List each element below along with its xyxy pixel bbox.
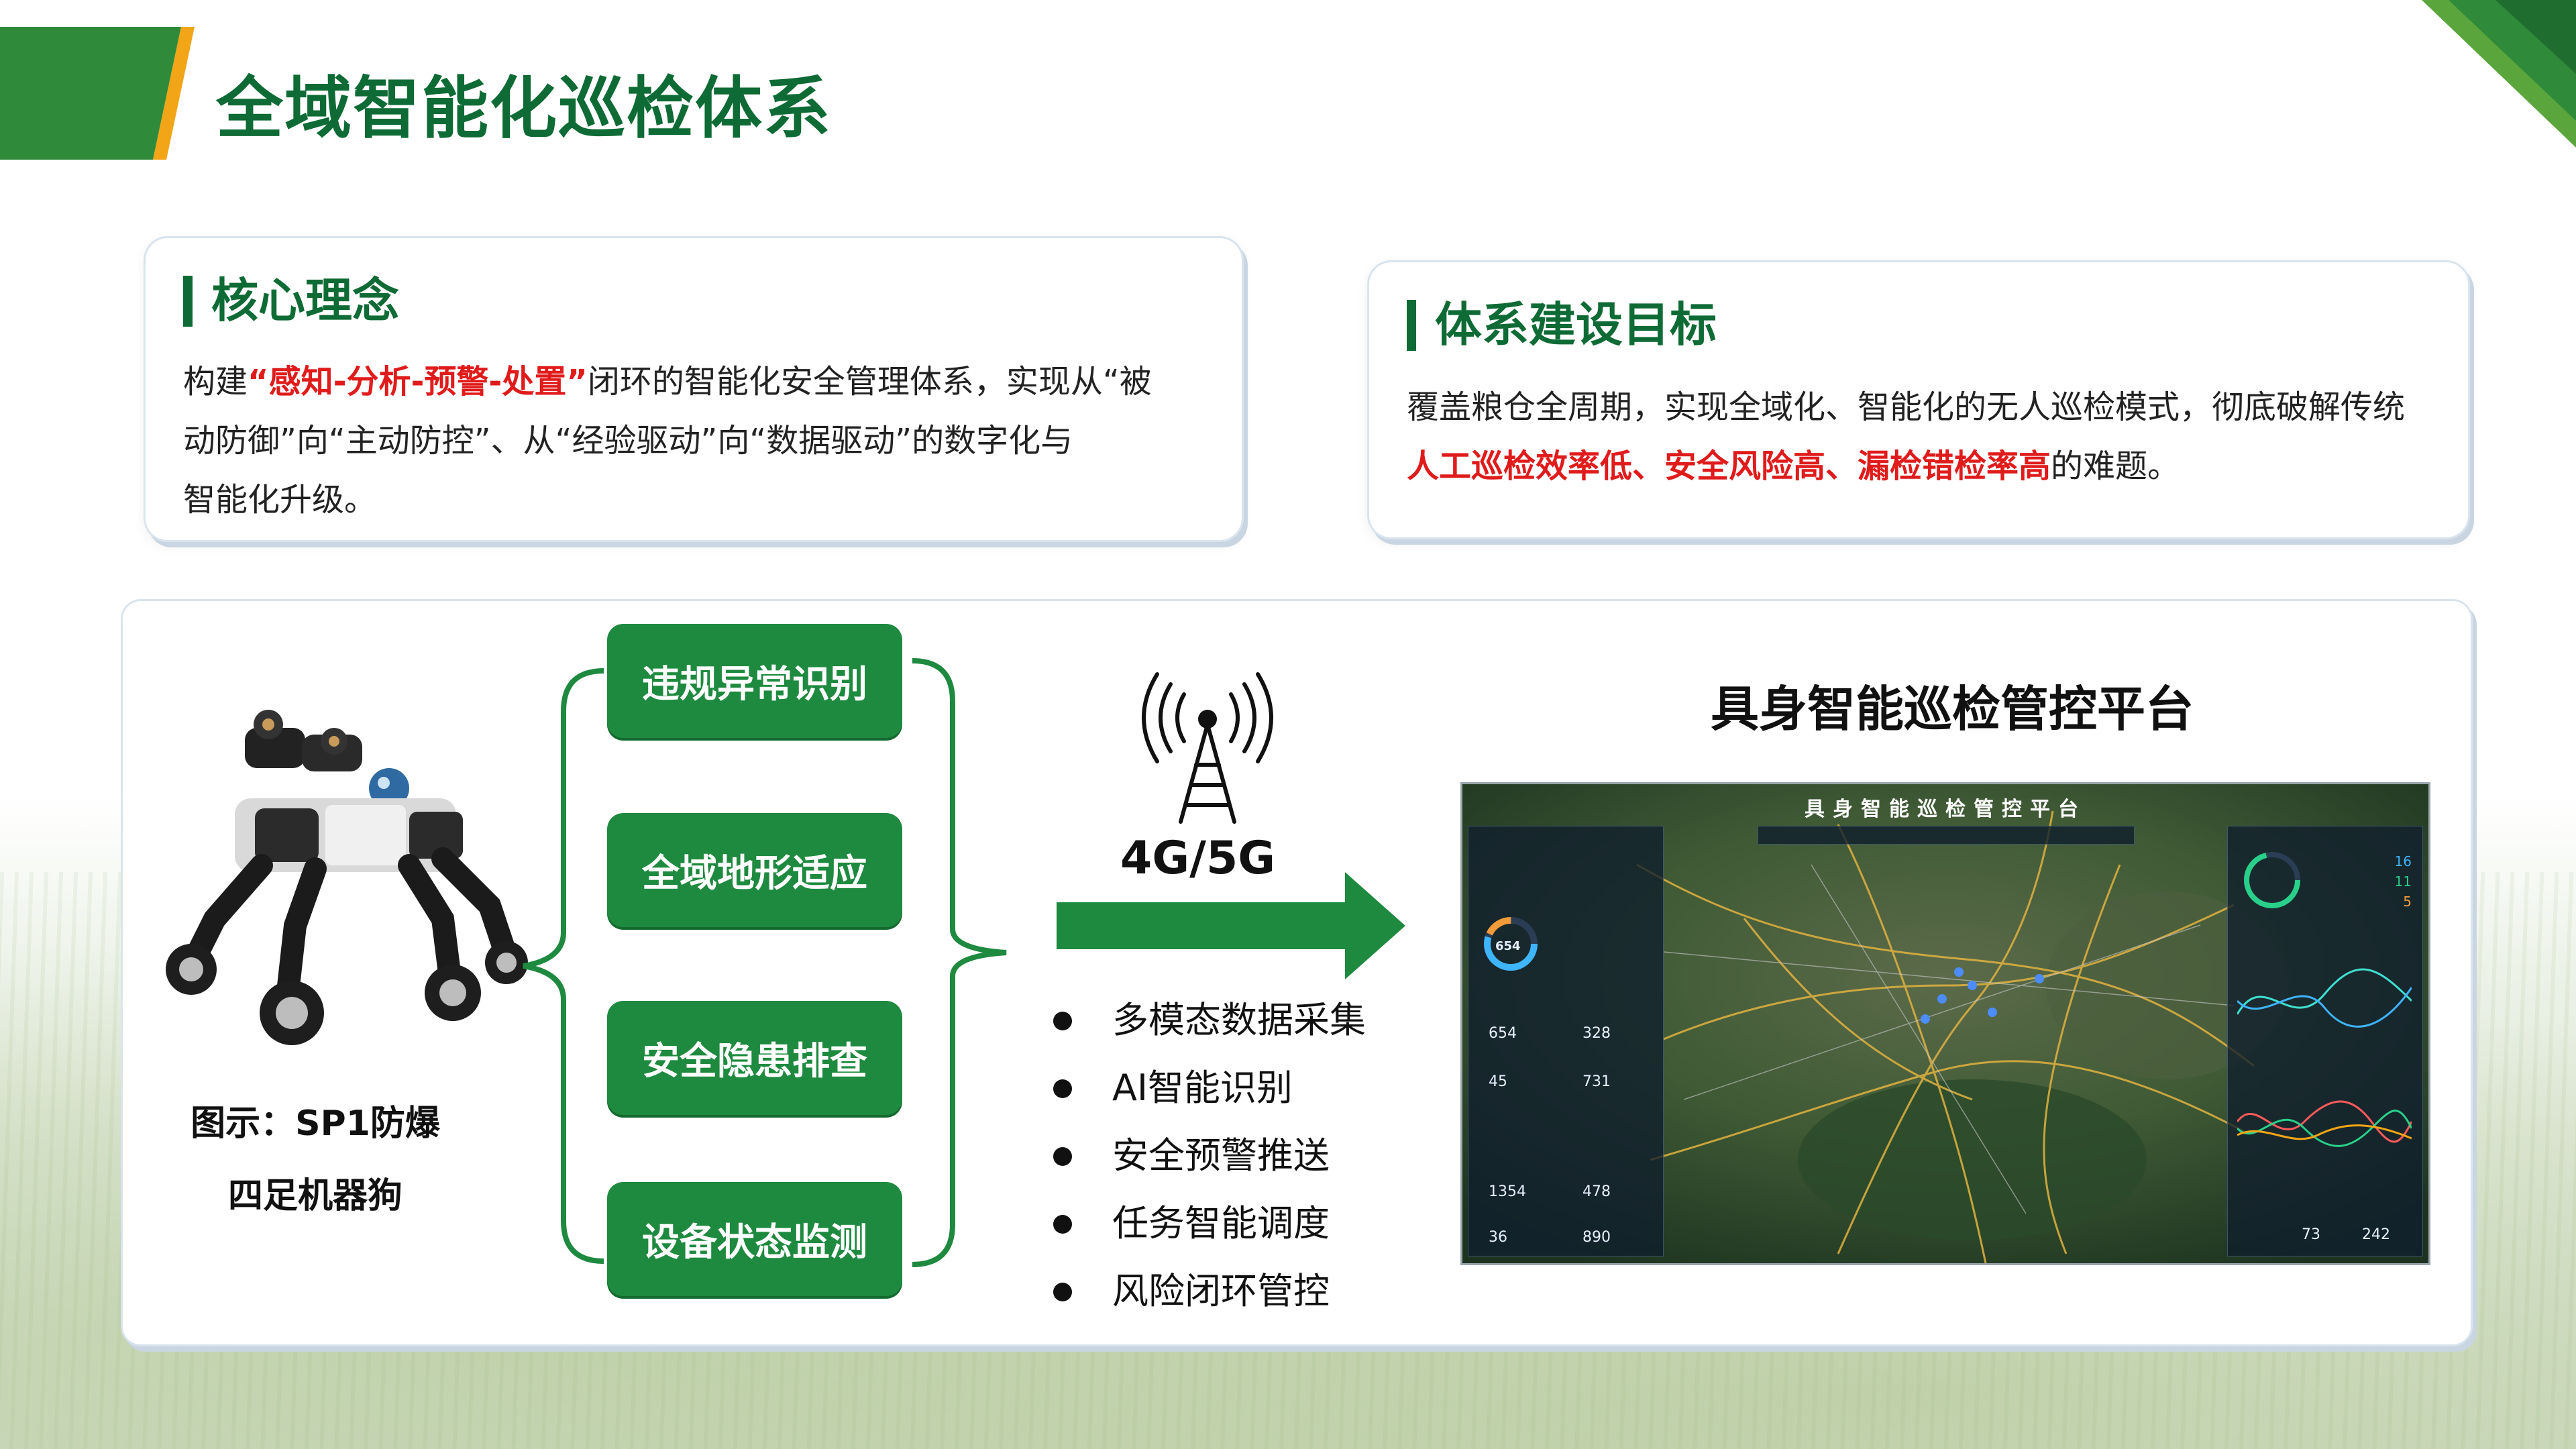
core-line2: 动防御”向“主动防控”、从“经验驱动”向“数据驱动”的数字化与: [183, 422, 1073, 460]
stat-value: 328: [1582, 1025, 1611, 1042]
goal-line2-post: 的难题。: [2051, 447, 2180, 485]
feature-item: 任务智能调度: [1053, 1189, 1366, 1257]
feature-list: 多模态数据采集 AI智能识别 安全预警推送 任务智能调度 风险闭环管控: [1053, 986, 1366, 1325]
core-line3: 智能化升级。: [183, 481, 377, 519]
stat-value: 16: [2394, 853, 2412, 869]
feature-item: AI智能识别: [1053, 1054, 1366, 1122]
stat-value: 5: [2403, 894, 2412, 910]
signal-tower-icon: [1142, 672, 1273, 824]
core-line1-post: 闭环的智能化安全管理体系，实现从“被: [587, 363, 1152, 400]
screen-title: 具身智能巡检管控平台: [1805, 798, 2086, 821]
page-title: 全域智能化巡检体系: [216, 69, 832, 148]
core-line1-pre: 构建: [183, 363, 248, 400]
right-bracket: [912, 658, 1007, 1267]
core-line1-highlight: “感知-分析-预警-处置”: [248, 363, 588, 400]
system-goal-card: 体系建设目标 覆盖粮仓全周期，实现全域化、智能化的无人巡检模式，彻底破解传统 人…: [1367, 260, 2470, 539]
arc-gauge-icon: [2244, 852, 2300, 908]
stat-value: 731: [1582, 1073, 1611, 1090]
feature-item: 安全预警推送: [1053, 1122, 1366, 1189]
system-goal-text: 覆盖粮仓全周期，实现全域化、智能化的无人巡检模式，彻底破解传统 人工巡检效率低、…: [1407, 378, 2453, 496]
core-concept-text: 构建“感知-分析-预警-处置”闭环的智能化安全管理体系，实现从“被 动防御”向“…: [183, 352, 1230, 529]
stat-value: 11: [2394, 873, 2412, 890]
feature-item: 风险闭环管控: [1053, 1257, 1366, 1325]
left-bracket: [523, 668, 604, 1264]
header-accent-bar: [0, 27, 195, 160]
robot-dog-image: [166, 710, 528, 1045]
screen-right-panel: 16 11 5 73 242: [2227, 826, 2423, 1256]
stat-value: 242: [2362, 1226, 2390, 1243]
function-terrain-adaptation: 全域地形适应: [607, 813, 902, 927]
robot-caption-line1: 图示：SP1防爆: [191, 1104, 440, 1144]
transmission-arrow: [1057, 872, 1405, 979]
platform-title: 具身智能巡检管控平台: [1711, 681, 2194, 737]
function-hazard-inspection: 安全隐患排查: [607, 1001, 902, 1115]
platform-screenshot: 具身智能巡检管控平台 654 654 328 45 731 1354 478 3…: [1460, 782, 2430, 1265]
goal-line1: 覆盖粮仓全周期，实现全域化、智能化的无人巡检模式，彻底破解传统: [1407, 388, 2406, 426]
goal-line2-highlight: 人工巡检效率低、安全风险高、漏检错检率高: [1407, 447, 2051, 485]
trend-chart-icon: [2237, 968, 2412, 1028]
wave-chart-icon: [2237, 1100, 2412, 1147]
screen-toolbar: [1758, 826, 2135, 845]
stat-value: 654: [1489, 1025, 1517, 1042]
stat-value: 890: [1582, 1229, 1611, 1246]
robot-caption-line2: 四足机器狗: [227, 1176, 402, 1216]
system-goal-title: 体系建设目标: [1407, 296, 1717, 354]
stat-value: 478: [1582, 1183, 1611, 1200]
feature-item: 多模态数据采集: [1053, 986, 1366, 1054]
stat-value: 36: [1489, 1229, 1507, 1246]
core-concept-card: 核心理念 构建“感知-分析-预警-处置”闭环的智能化安全管理体系，实现从“被 动…: [144, 236, 1244, 542]
stat-value: 45: [1489, 1073, 1507, 1090]
stat-value: 1354: [1489, 1183, 1526, 1200]
function-violation-recognition: 违规异常识别: [607, 624, 902, 738]
core-concept-title: 核心理念: [183, 272, 399, 329]
corner-decoration: [2422, 0, 2576, 148]
stat-value: 73: [2302, 1226, 2320, 1243]
function-equipment-monitoring: 设备状态监测: [607, 1182, 902, 1296]
screen-left-panel: 654 654 328 45 731 1354 478 36 890: [1468, 826, 1664, 1256]
stat-value: 654: [1495, 939, 1521, 953]
